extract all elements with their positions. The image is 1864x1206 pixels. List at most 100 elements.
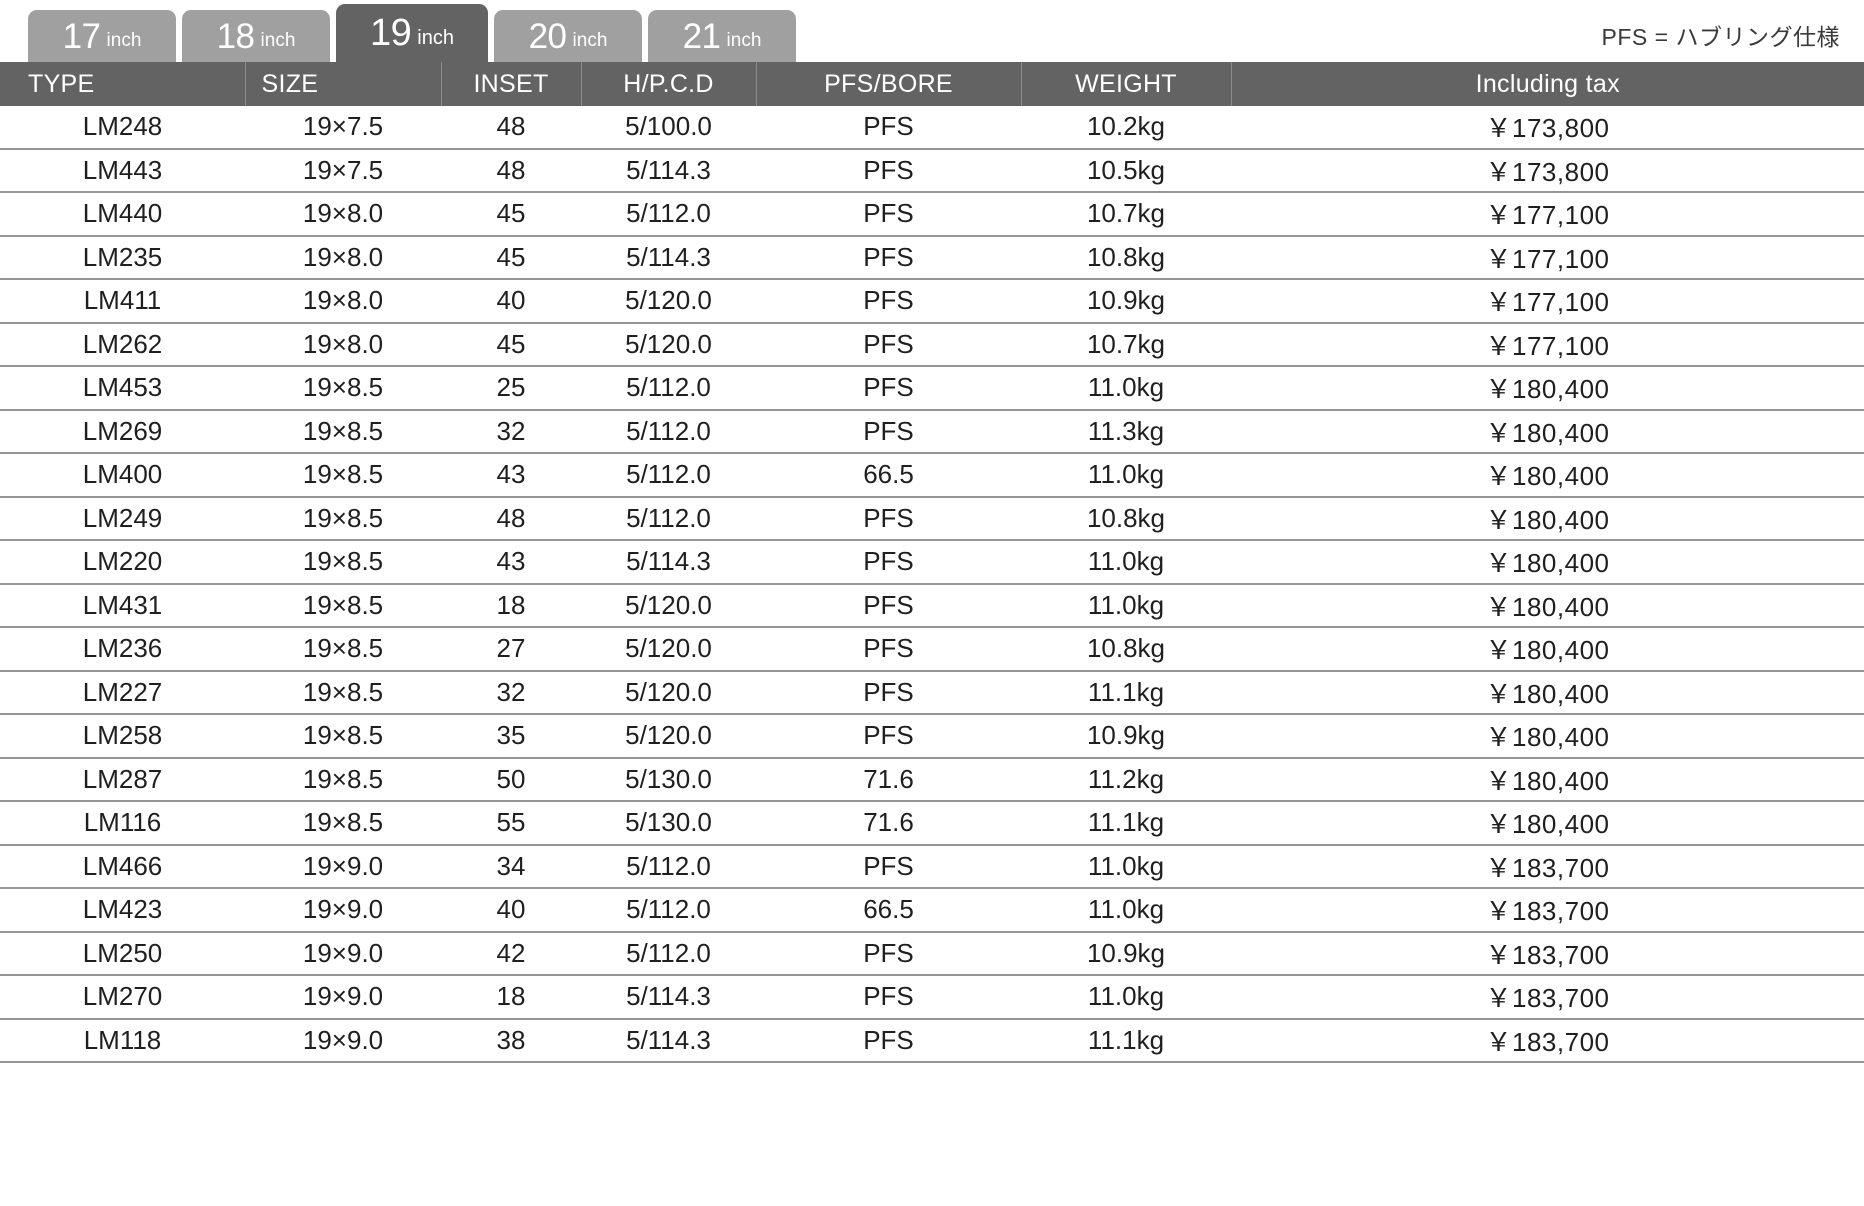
table-row[interactable]: LM236 19×8.5 27 5/120.0 PFS 10.8kg ￥180,400 xyxy=(0,627,1864,672)
cell-pfs-bore: PFS xyxy=(756,148,1021,193)
table-row[interactable]: LM269 19×8.5 32 5/112.0 PFS 11.3kg ￥180,400 xyxy=(0,409,1864,454)
column-header-size[interactable]: SIZE xyxy=(245,62,442,106)
wheel-spec-page: 17 inch 18 inch 19 inch 20 inch 21 inch PFS = ハブリン… xyxy=(0,0,1864,1206)
table-row[interactable]: LM262 19×8.0 45 5/120.0 PFS 10.7kg ￥177,100 xyxy=(0,322,1864,367)
cell-price: ￥173,800 xyxy=(1231,148,1864,193)
cell-pfs-bore: 71.6 xyxy=(756,801,1021,846)
tab-unit-label: inch xyxy=(417,27,454,49)
table-row[interactable]: LM453 19×8.5 25 5/112.0 PFS 11.0kg ￥180,400 xyxy=(0,366,1864,411)
table-body: LM248 19×7.5 48 5/100.0 PFS 10.2kg ￥173,800 LM4… xyxy=(0,106,1864,1063)
cell-size: 19×8.5 xyxy=(245,453,441,498)
cell-inset: 25 xyxy=(441,366,581,411)
cell-price: ￥177,100 xyxy=(1231,279,1864,324)
tab-20-inch[interactable]: 20 inch xyxy=(494,10,642,62)
cell-weight: 11.0kg xyxy=(1021,583,1231,628)
cell-pfs-bore: PFS xyxy=(756,1018,1021,1063)
cell-weight: 11.3kg xyxy=(1021,409,1231,454)
table-row[interactable]: LM250 19×9.0 42 5/112.0 PFS 10.9kg ￥183,700 xyxy=(0,931,1864,976)
cell-size: 19×8.0 xyxy=(245,322,441,367)
cell-weight: 10.9kg xyxy=(1021,279,1231,324)
cell-pfs-bore: PFS xyxy=(756,931,1021,976)
cell-inset: 34 xyxy=(441,844,581,889)
table-row[interactable]: LM270 19×9.0 18 5/114.3 PFS 11.0kg ￥183,700 xyxy=(0,975,1864,1020)
cell-size: 19×8.0 xyxy=(245,279,441,324)
cell-pfs-bore: PFS xyxy=(756,975,1021,1020)
table-row[interactable]: LM423 19×9.0 40 5/112.0 66.5 11.0kg ￥183,700 xyxy=(0,888,1864,933)
tab-19-inch[interactable]: 19 inch xyxy=(336,4,488,62)
cell-inset: 32 xyxy=(441,670,581,715)
table-row[interactable]: LM258 19×8.5 35 5/120.0 PFS 10.9kg ￥180,400 xyxy=(0,714,1864,759)
table-row[interactable]: LM400 19×8.5 43 5/112.0 66.5 11.0kg ￥180,400 xyxy=(0,453,1864,498)
cell-inset: 27 xyxy=(441,627,581,672)
cell-weight: 10.2kg xyxy=(1021,106,1231,150)
cell-size: 19×8.5 xyxy=(245,670,441,715)
table-row[interactable]: LM248 19×7.5 48 5/100.0 PFS 10.2kg ￥173,800 xyxy=(0,106,1864,150)
cell-inset: 48 xyxy=(441,106,581,150)
cell-size: 19×8.5 xyxy=(245,409,441,454)
cell-inset: 43 xyxy=(441,540,581,585)
cell-price: ￥183,700 xyxy=(1231,888,1864,933)
cell-weight: 11.0kg xyxy=(1021,453,1231,498)
cell-price: ￥180,400 xyxy=(1231,540,1864,585)
column-header-pfs-bore[interactable]: PFS/BORE xyxy=(756,62,1022,106)
column-header-inset[interactable]: INSET xyxy=(441,62,582,106)
tab-unit-label: inch xyxy=(106,29,142,51)
cell-price: ￥180,400 xyxy=(1231,366,1864,411)
table-row[interactable]: LM411 19×8.0 40 5/120.0 PFS 10.9kg ￥177,100 xyxy=(0,279,1864,324)
table-row[interactable]: LM440 19×8.0 45 5/112.0 PFS 10.7kg ￥177,100 xyxy=(0,192,1864,237)
column-header-weight[interactable]: WEIGHT xyxy=(1021,62,1232,106)
cell-hpcd: 5/114.3 xyxy=(581,148,756,193)
tab-18-inch[interactable]: 18 inch xyxy=(182,10,330,62)
cell-type: LM443 xyxy=(0,148,245,193)
table-row[interactable]: LM220 19×8.5 43 5/114.3 PFS 11.0kg ￥180,400 xyxy=(0,540,1864,585)
table-row[interactable]: LM116 19×8.5 55 5/130.0 71.6 11.1kg ￥180,400 xyxy=(0,801,1864,846)
cell-hpcd: 5/112.0 xyxy=(581,496,756,541)
table-row[interactable]: LM249 19×8.5 48 5/112.0 PFS 10.8kg ￥180,400 xyxy=(0,496,1864,541)
table-header: TYPE SIZE INSET H/P.C.D PFS/BORE WEIGHT … xyxy=(0,62,1864,106)
cell-type: LM270 xyxy=(0,975,245,1020)
table-row[interactable]: LM431 19×8.5 18 5/120.0 PFS 11.0kg ￥180,400 xyxy=(0,583,1864,628)
table-row[interactable]: LM466 19×9.0 34 5/112.0 PFS 11.0kg ￥183,700 xyxy=(0,844,1864,889)
cell-pfs-bore: 66.5 xyxy=(756,888,1021,933)
cell-size: 19×9.0 xyxy=(245,931,441,976)
cell-pfs-bore: PFS xyxy=(756,714,1021,759)
cell-size: 19×8.5 xyxy=(245,540,441,585)
cell-price: ￥180,400 xyxy=(1231,583,1864,628)
cell-hpcd: 5/112.0 xyxy=(581,888,756,933)
table-row[interactable]: LM235 19×8.0 45 5/114.3 PFS 10.8kg ￥177,100 xyxy=(0,235,1864,280)
cell-inset: 50 xyxy=(441,757,581,802)
cell-hpcd: 5/120.0 xyxy=(581,714,756,759)
column-header-hpcd[interactable]: H/P.C.D xyxy=(581,62,757,106)
cell-hpcd: 5/114.3 xyxy=(581,540,756,585)
cell-price: ￥180,400 xyxy=(1231,714,1864,759)
cell-hpcd: 5/120.0 xyxy=(581,670,756,715)
cell-price: ￥180,400 xyxy=(1231,453,1864,498)
cell-type: LM250 xyxy=(0,931,245,976)
cell-weight: 10.5kg xyxy=(1021,148,1231,193)
cell-size: 19×8.5 xyxy=(245,627,441,672)
cell-size: 19×8.5 xyxy=(245,583,441,628)
column-header-including-tax[interactable]: Including tax xyxy=(1231,62,1864,106)
cell-size: 19×8.5 xyxy=(245,801,441,846)
tab-17-inch[interactable]: 17 inch xyxy=(28,10,176,62)
cell-pfs-bore: PFS xyxy=(756,192,1021,237)
cell-inset: 40 xyxy=(441,279,581,324)
cell-hpcd: 5/120.0 xyxy=(581,627,756,672)
cell-type: LM400 xyxy=(0,453,245,498)
table-row[interactable]: LM287 19×8.5 50 5/130.0 71.6 11.2kg ￥180,400 xyxy=(0,757,1864,802)
cell-weight: 10.9kg xyxy=(1021,714,1231,759)
cell-weight: 10.9kg xyxy=(1021,931,1231,976)
table-row[interactable]: LM227 19×8.5 32 5/120.0 PFS 11.1kg ￥180,400 xyxy=(0,670,1864,715)
cell-size: 19×9.0 xyxy=(245,975,441,1020)
column-header-type[interactable]: TYPE xyxy=(0,62,246,106)
cell-inset: 32 xyxy=(441,409,581,454)
tab-21-inch[interactable]: 21 inch xyxy=(648,10,796,62)
cell-weight: 11.0kg xyxy=(1021,975,1231,1020)
tab-unit-label: inch xyxy=(572,29,608,51)
cell-type: LM466 xyxy=(0,844,245,889)
cell-type: LM227 xyxy=(0,670,245,715)
table-row[interactable]: LM118 19×9.0 38 5/114.3 PFS 11.1kg ￥183,700 xyxy=(0,1018,1864,1063)
cell-weight: 10.8kg xyxy=(1021,627,1231,672)
cell-size: 19×8.5 xyxy=(245,496,441,541)
table-row[interactable]: LM443 19×7.5 48 5/114.3 PFS 10.5kg ￥173,800 xyxy=(0,148,1864,193)
